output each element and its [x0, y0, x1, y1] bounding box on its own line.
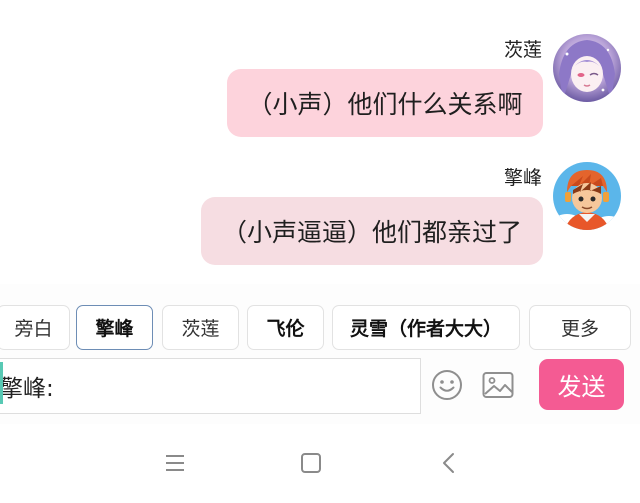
character-button-feilun[interactable]: 飞伦 — [247, 305, 324, 350]
message-input[interactable]: 擎峰: — [0, 358, 421, 414]
anime-girl-avatar-icon — [553, 34, 621, 102]
message-bubble[interactable]: （小声逼逼）他们都亲过了 — [201, 197, 543, 265]
menu-icon[interactable] — [160, 448, 190, 478]
input-handle — [0, 362, 3, 404]
character-button-qingfeng[interactable]: 擎峰 — [76, 305, 153, 350]
character-button-narration[interactable]: 旁白 — [0, 305, 70, 350]
more-characters-button[interactable]: 更多 — [529, 305, 631, 350]
character-button-cilian[interactable]: 茨莲 — [162, 305, 239, 350]
cartoon-boy-avatar-icon — [553, 162, 621, 230]
input-text: 擎峰: — [0, 376, 54, 402]
home-square-icon[interactable] — [296, 448, 326, 478]
back-chevron-icon[interactable] — [434, 448, 464, 478]
chat-screen: 茨莲 （小声）他们什么关系啊 擎峰 （小声逼逼）他们都亲过了 旁白 擎峰 茨莲 … — [0, 0, 640, 503]
sender-name: 擎峰 — [503, 167, 542, 189]
message-bubble[interactable]: （小声）他们什么关系啊 — [227, 69, 543, 137]
avatar[interactable] — [553, 34, 621, 102]
chat-area[interactable]: 茨莲 （小声）他们什么关系啊 擎峰 （小声逼逼）他们都亲过了 — [0, 0, 640, 284]
send-button[interactable]: 发送 — [539, 359, 624, 410]
system-nav-bar — [0, 424, 640, 503]
emoji-icon[interactable] — [430, 368, 464, 402]
chat-message: 擎峰 （小声逼逼）他们都亲过了 — [0, 129, 640, 265]
sender-name: 茨莲 — [503, 39, 542, 61]
input-row: 擎峰: 发送 — [0, 354, 640, 424]
image-icon[interactable] — [481, 368, 515, 402]
character-selector: 旁白 擎峰 茨莲 飞伦 灵雪（作者大大） 更多 — [0, 284, 640, 354]
character-button-lingxue[interactable]: 灵雪（作者大大） — [332, 305, 520, 350]
chat-message: 茨莲 （小声）他们什么关系啊 — [0, 0, 640, 137]
avatar[interactable] — [553, 162, 621, 230]
